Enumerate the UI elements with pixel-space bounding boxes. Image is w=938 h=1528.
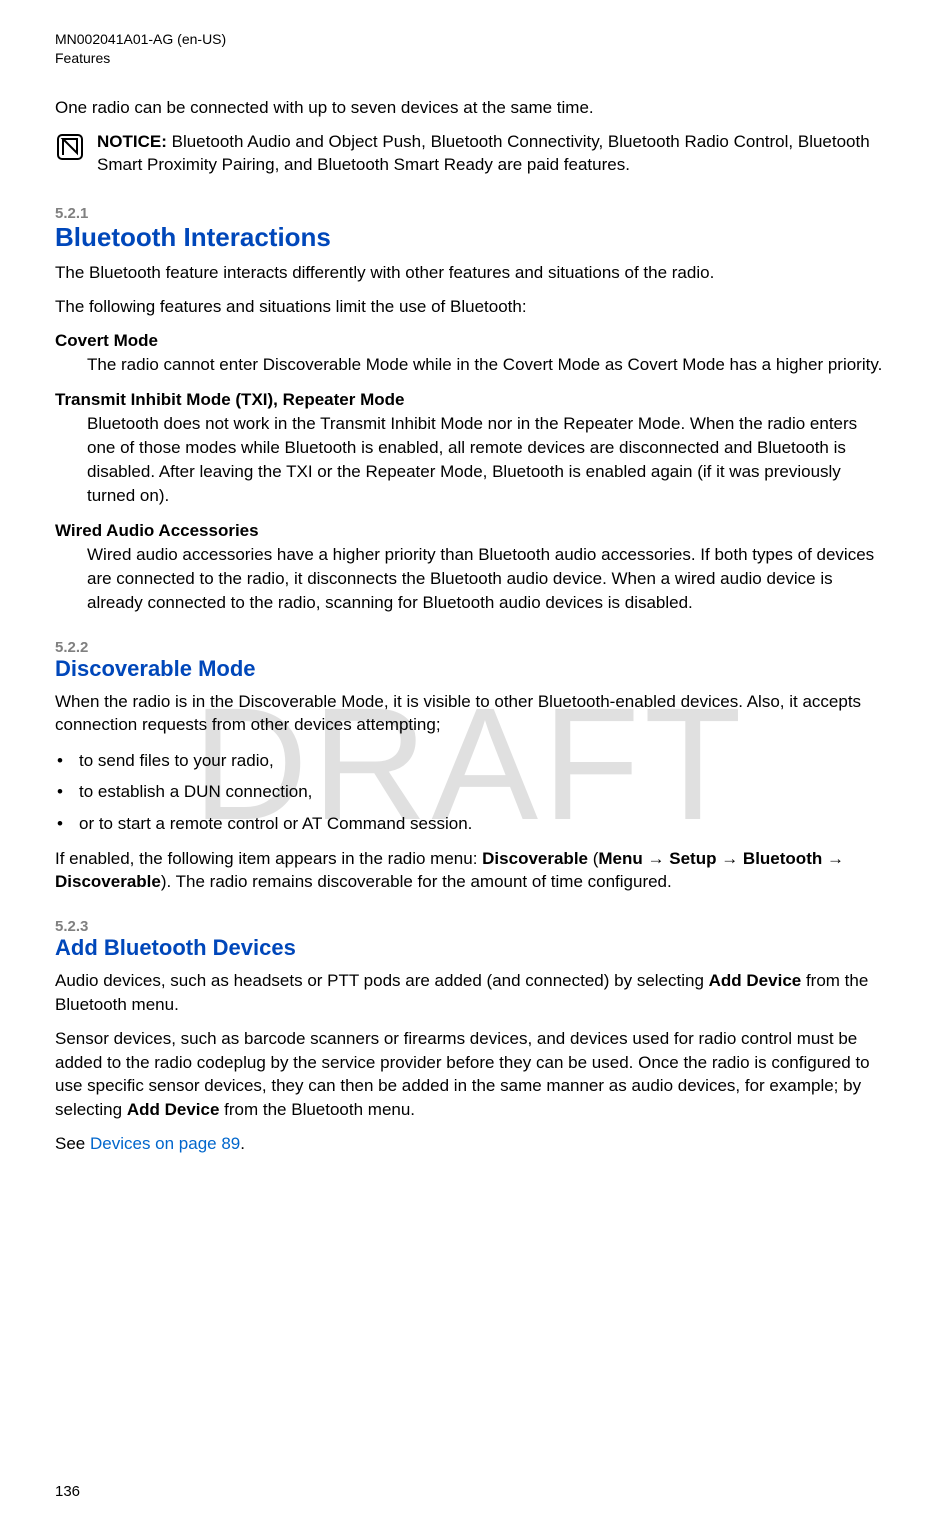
text-run: ). The radio remains discoverable for th… xyxy=(161,872,672,891)
page-header: MN002041A01-AG (en-US) Features xyxy=(55,30,883,68)
paragraph: The following features and situations li… xyxy=(55,295,883,319)
text-run: . xyxy=(240,1134,245,1153)
section-bluetooth-interactions: 5.2.1 Bluetooth Interactions The Bluetoo… xyxy=(55,205,883,614)
notice-icon xyxy=(55,132,85,162)
text-bold: Discoverable xyxy=(55,872,161,891)
text-run: from the Bluetooth menu. xyxy=(219,1100,415,1119)
section-number: 5.2.3 xyxy=(55,918,883,935)
text-bold: Bluetooth xyxy=(743,849,822,868)
text-bold: Add Device xyxy=(127,1100,220,1119)
doc-id: MN002041A01-AG (en-US) xyxy=(55,30,883,49)
definition-term: Wired Audio Accessories xyxy=(55,519,883,543)
text-run: Audio devices, such as headsets or PTT p… xyxy=(55,971,709,990)
text-run: → xyxy=(643,849,669,868)
paragraph: The Bluetooth feature interacts differen… xyxy=(55,261,883,285)
section-add-bluetooth-devices: 5.2.3 Add Bluetooth Devices Audio device… xyxy=(55,918,883,1156)
paragraph: When the radio is in the Discoverable Mo… xyxy=(55,690,883,738)
text-bold: Menu xyxy=(598,849,642,868)
definition-term: Transmit Inhibit Mode (TXI), Repeater Mo… xyxy=(55,388,883,412)
text-run: → xyxy=(716,849,742,868)
section-title: Bluetooth Interactions xyxy=(55,222,883,253)
text-bold: Setup xyxy=(669,849,716,868)
chapter-name: Features xyxy=(55,49,883,68)
section-title: Add Bluetooth Devices xyxy=(55,935,883,961)
definition-description: Wired audio accessories have a higher pr… xyxy=(87,543,883,614)
definition-description: Bluetooth does not work in the Transmit … xyxy=(87,412,883,507)
text-bold: Discoverable xyxy=(482,849,588,868)
paragraph: If enabled, the following item appears i… xyxy=(55,847,883,895)
notice-block: NOTICE: Bluetooth Audio and Object Push,… xyxy=(55,130,883,178)
text-run: ( xyxy=(588,849,598,868)
paragraph: See Devices on page 89. xyxy=(55,1132,883,1156)
link-devices[interactable]: Devices on page 89 xyxy=(90,1134,240,1153)
text-run: → xyxy=(822,849,844,868)
section-number: 5.2.1 xyxy=(55,205,883,222)
paragraph: Audio devices, such as headsets or PTT p… xyxy=(55,969,883,1017)
definition-term: Covert Mode xyxy=(55,329,883,353)
page-content: MN002041A01-AG (en-US) Features One radi… xyxy=(0,0,938,1156)
definition-description: The radio cannot enter Discoverable Mode… xyxy=(87,353,883,377)
section-title: Discoverable Mode xyxy=(55,656,883,682)
section-number: 5.2.2 xyxy=(55,639,883,656)
notice-label: NOTICE: xyxy=(97,132,167,151)
list-item: or to start a remote control or AT Comma… xyxy=(55,810,883,837)
section-discoverable-mode: 5.2.2 Discoverable Mode When the radio i… xyxy=(55,639,883,895)
paragraph: Sensor devices, such as barcode scanners… xyxy=(55,1027,883,1122)
text-run: See xyxy=(55,1134,90,1153)
bullet-list: to send files to your radio, to establis… xyxy=(55,747,883,837)
list-item: to send files to your radio, xyxy=(55,747,883,774)
text-run: If enabled, the following item appears i… xyxy=(55,849,482,868)
notice-text: NOTICE: Bluetooth Audio and Object Push,… xyxy=(97,130,883,178)
notice-body: Bluetooth Audio and Object Push, Bluetoo… xyxy=(97,132,870,175)
text-bold: Add Device xyxy=(709,971,802,990)
page-number: 136 xyxy=(55,1483,80,1500)
list-item: to establish a DUN connection, xyxy=(55,778,883,805)
intro-paragraph: One radio can be connected with up to se… xyxy=(55,96,883,120)
